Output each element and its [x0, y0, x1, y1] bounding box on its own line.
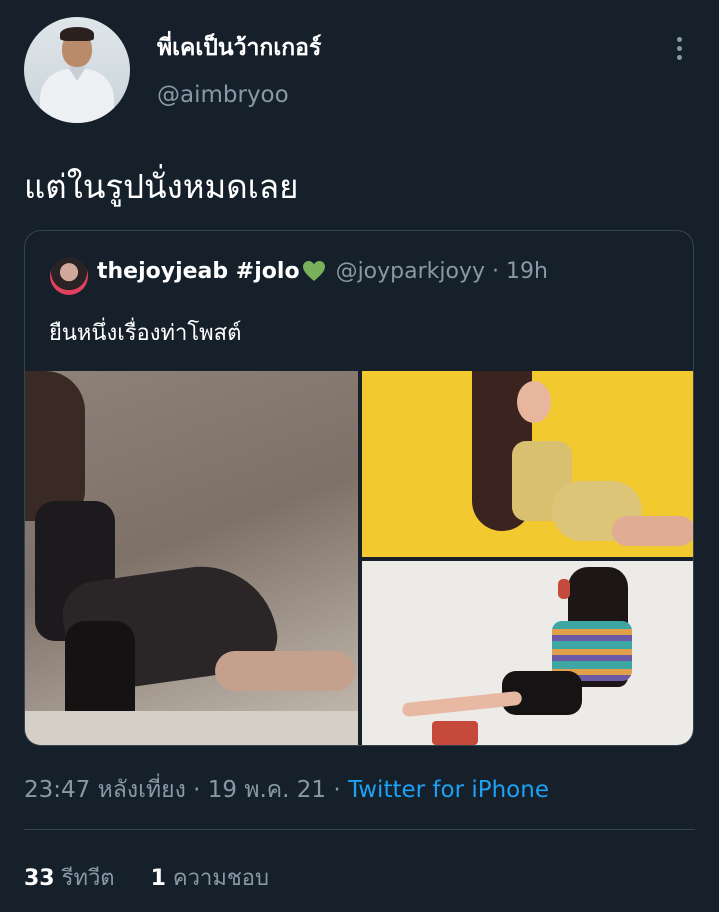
- tweet-meta: 23:47 หลังเที่ยง · 19 พ.ค. 21 · Twitter …: [24, 772, 549, 808]
- tweet-source-link[interactable]: Twitter for iPhone: [348, 777, 549, 803]
- quoted-author-handle[interactable]: @joyparkjoyy: [336, 259, 485, 284]
- photo-1[interactable]: [25, 371, 358, 745]
- quoted-author-name[interactable]: thejoyjeab #jolo: [97, 259, 300, 284]
- tweet-stats: 33 รีทวีต 1 ความชอบ: [24, 860, 269, 895]
- photo-2[interactable]: [362, 371, 693, 557]
- quoted-tweet-card[interactable]: thejoyjeab #jolo @joyparkjoyy · 19h ยืนหน…: [24, 230, 694, 746]
- photo-2-figure: [612, 516, 693, 546]
- photo-3[interactable]: [362, 561, 693, 745]
- tweet-timestamp[interactable]: 23:47 หลังเที่ยง · 19 พ.ค. 21 ·: [24, 777, 348, 803]
- retweets-count: 33: [24, 866, 55, 891]
- author-handle[interactable]: @aimbryoo: [157, 82, 289, 108]
- quoted-tweet-header: thejoyjeab #jolo @joyparkjoyy · 19h: [97, 257, 548, 287]
- divider: [24, 829, 695, 830]
- photo-3-figure: [432, 721, 478, 745]
- author-avatar[interactable]: [24, 17, 130, 123]
- quoted-tweet-time: · 19h: [485, 259, 548, 284]
- likes-label: ความชอบ: [172, 866, 269, 891]
- quoted-author-avatar[interactable]: [50, 257, 88, 295]
- green-heart-icon: [302, 261, 325, 281]
- photo-3-figure: [401, 690, 523, 718]
- photo-2-figure: [517, 381, 551, 423]
- tweet-text: แต่ในรูปนั่งหมดเลย: [24, 167, 299, 206]
- likes-stat[interactable]: 1 ความชอบ: [151, 866, 269, 891]
- more-vertical-icon[interactable]: [668, 34, 690, 64]
- photo-1-figure: [215, 651, 355, 691]
- likes-count: 1: [150, 866, 166, 891]
- photo-1-figure: [25, 371, 85, 521]
- quoted-tweet-text: ยืนหนึ่งเรื่องท่าโพสต์: [49, 321, 242, 346]
- retweets-label: รีทวีต: [61, 866, 115, 891]
- retweets-stat[interactable]: 33 รีทวีต: [24, 866, 115, 891]
- author-display-name[interactable]: พี่เคเป็นว้ากเกอร์: [157, 30, 321, 66]
- photo-3-figure: [558, 579, 570, 599]
- avatar-hair-shape: [60, 27, 94, 41]
- photo-1-figure: [25, 711, 358, 745]
